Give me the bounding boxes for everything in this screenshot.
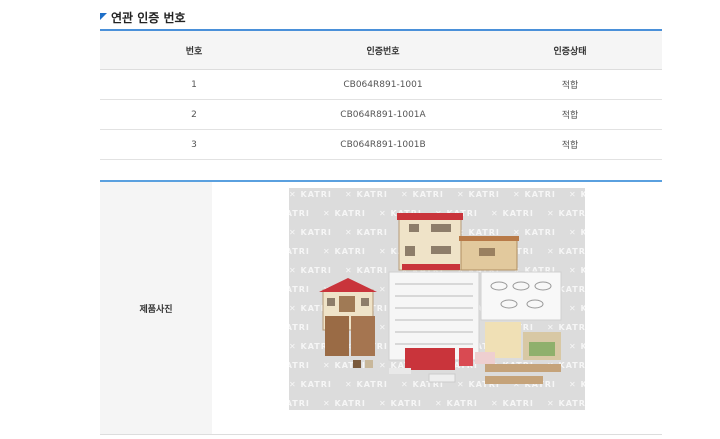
table-row: 1 CB064R891-1001 적합 xyxy=(100,69,662,100)
product-photo-label: 제품사진 xyxy=(100,182,212,434)
row-cert-status: 적합 xyxy=(478,129,662,160)
product-photo: ✕ KATRI✕ KATRI✕ KATRI✕ KATRI✕ KATRI✕ KAT… xyxy=(289,188,585,410)
row-number: 2 xyxy=(100,99,288,130)
row-cert-number: CB064R891-1001A xyxy=(288,99,478,130)
header-cert-status: 인증상태 xyxy=(478,29,662,70)
row-cert-number: CB064R891-1001B xyxy=(288,129,478,160)
row-number: 3 xyxy=(100,129,288,160)
section-title: 연관 인증 번호 xyxy=(111,11,186,25)
row-cert-number: CB064R891-1001 xyxy=(288,69,478,100)
product-photo-section: 제품사진 ✕ KATRI ✕ KATRI ✕ KATRI ✕ KATRI ✕ KATRI… xyxy=(100,180,662,435)
product-illustration xyxy=(319,213,562,384)
table-header-row: 번호 인증번호 인증상태 xyxy=(100,29,662,70)
table-row: 3 CB064R891-1001B 적합 xyxy=(100,129,662,160)
row-number: 1 xyxy=(100,69,288,100)
row-cert-status: 적합 xyxy=(478,69,662,100)
header-cert-number: 인증번호 xyxy=(288,29,478,70)
row-cert-status: 적합 xyxy=(478,99,662,130)
header-number: 번호 xyxy=(100,29,288,70)
certification-table: 번호 인증번호 인증상태 1 CB064R891-1001 적합 2 CB064… xyxy=(100,29,662,160)
product-photo-cell: ✕ KATRI✕ KATRI✕ KATRI✕ KATRI✕ KATRI✕ KAT… xyxy=(212,182,662,434)
triangle-bullet-icon xyxy=(100,13,107,20)
section-heading: 연관 인증 번호 xyxy=(100,9,186,26)
table-row: 2 CB064R891-1001A 적합 xyxy=(100,99,662,130)
